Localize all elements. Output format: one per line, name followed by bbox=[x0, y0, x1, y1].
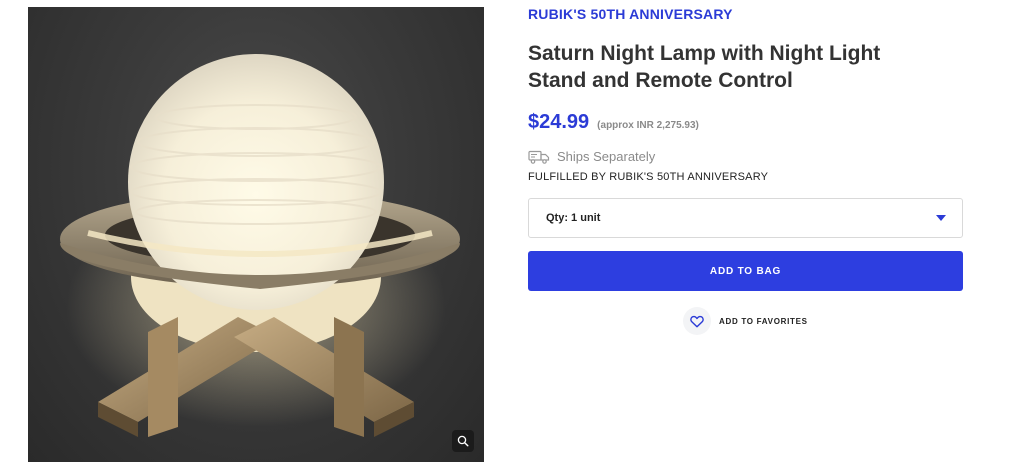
quantity-value: Qty: 1 unit bbox=[546, 212, 601, 224]
truck-icon bbox=[528, 150, 550, 164]
zoom-button[interactable] bbox=[452, 430, 474, 452]
shipping-info: Ships Separately bbox=[528, 149, 655, 164]
zoom-icon bbox=[457, 435, 469, 447]
add-to-bag-button[interactable]: ADD TO BAG bbox=[528, 251, 963, 291]
product-title-line2: Stand and Remote Control bbox=[528, 69, 793, 92]
product-image[interactable] bbox=[28, 7, 484, 462]
heart-icon bbox=[690, 315, 704, 327]
chevron-down-icon bbox=[936, 215, 946, 221]
ships-separately-text: Ships Separately bbox=[557, 149, 656, 164]
approx-price: (approx INR 2,275.93) bbox=[597, 120, 699, 131]
favorite-icon-wrapper bbox=[683, 307, 711, 335]
price: $24.99 bbox=[528, 111, 590, 133]
product-title: Saturn Night Lamp with Night Light Stand… bbox=[528, 40, 948, 94]
add-to-favorites-button[interactable]: ADD TO FAVORITES bbox=[683, 307, 808, 335]
fulfilled-by: FULFILLED BY RUBIK'S 50TH ANNIVERSARY bbox=[528, 171, 769, 183]
add-to-favorites-label: ADD TO FAVORITES bbox=[719, 316, 808, 326]
quantity-select[interactable]: Qty: 1 unit bbox=[528, 198, 963, 238]
price-row: $24.99 (approx INR 2,275.93) bbox=[528, 111, 699, 134]
product-title-line1: Saturn Night Lamp with Night Light bbox=[528, 42, 881, 65]
brand-link[interactable]: RUBIK'S 50TH ANNIVERSARY bbox=[528, 6, 733, 22]
saturn-lamp-image bbox=[60, 54, 460, 437]
